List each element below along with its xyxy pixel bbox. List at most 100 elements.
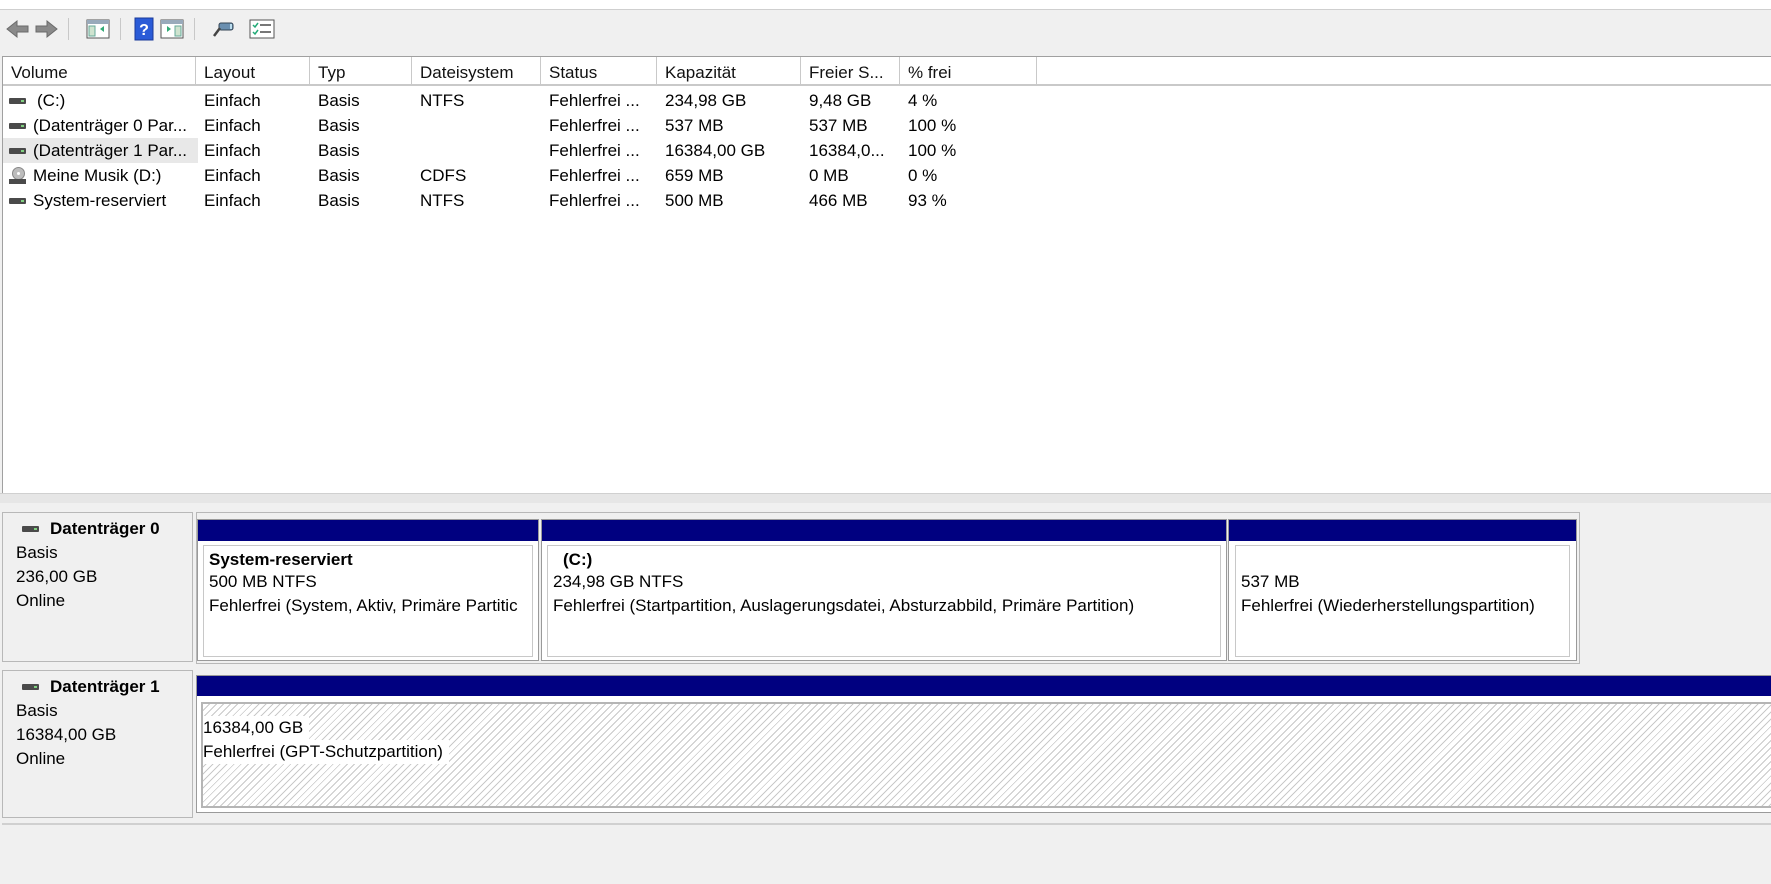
svg-text:?: ? <box>139 22 149 39</box>
partition-status: Fehlerfrei (System, Aktiv, Primäre Parti… <box>209 596 518 615</box>
partition-details: 537 MB Fehlerfrei (Wiederherstellungspar… <box>1235 545 1570 657</box>
layout-cell: Einfach <box>204 191 261 210</box>
column-header-capacity[interactable]: Kapazität <box>657 57 801 84</box>
free-space-cell: 9,48 GB <box>809 91 872 110</box>
percent-free-cell: 100 % <box>908 116 957 135</box>
volume-list-header: Volume Layout Typ Dateisystem Status Kap… <box>3 57 1771 86</box>
table-row[interactable]: Meine Musik (D:) Einfach Basis CDFS Fehl… <box>3 163 1771 188</box>
volume-name: (Datenträger 1 Par... <box>33 141 188 160</box>
partition-size-fs: 537 MB <box>1241 572 1300 591</box>
column-header-free-space[interactable]: Freier S... <box>801 57 900 84</box>
show-hide-action-pane-icon[interactable] <box>158 16 186 42</box>
type-cell: Basis <box>318 91 360 110</box>
table-row[interactable]: (C:) Einfach Basis NTFS Fehlerfrei ... 2… <box>3 88 1771 113</box>
volume-name-cell: (Datenträger 1 Par... <box>3 138 198 163</box>
disk-graphical-view: Datenträger 0 Basis 236,00 GB Online Sys… <box>0 503 1771 884</box>
volume-name: System-reserviert <box>33 191 167 210</box>
partition-title: (C:) <box>563 550 593 569</box>
volume-name-cell: System-reserviert <box>3 188 198 213</box>
layout-cell: Einfach <box>204 166 261 185</box>
partition-c-drive[interactable]: (C:) 234,98 GB NTFS Fehlerfrei (Startpar… <box>541 519 1227 661</box>
free-space-cell: 537 MB <box>809 116 868 135</box>
disk-type: Basis <box>16 701 58 720</box>
partition-recovery[interactable]: 537 MB Fehlerfrei (Wiederherstellungspar… <box>1228 519 1577 661</box>
capacity-cell: 16384,00 GB <box>665 141 766 160</box>
help-icon[interactable]: ? <box>130 16 158 42</box>
volume-name-cell: Meine Musik (D:) <box>3 163 198 188</box>
table-row[interactable]: (Datenträger 0 Par... Einfach Basis Fehl… <box>3 113 1771 138</box>
column-header-layout[interactable]: Layout <box>196 57 310 84</box>
capacity-cell: 537 MB <box>665 116 724 135</box>
partition-size-fs: 234,98 GB NTFS <box>553 572 684 591</box>
partition-status: Fehlerfrei (GPT-Schutzpartition) <box>203 740 449 764</box>
layout-cell: Einfach <box>204 91 261 110</box>
volume-name-cell: (C:) <box>3 88 198 113</box>
volume-name-cell: (Datenträger 0 Par... <box>3 113 198 138</box>
disk-name: Datenträger 1 <box>50 677 160 696</box>
status-cell: Fehlerfrei ... <box>549 191 640 210</box>
disk-list-bottom-divider <box>2 823 1771 825</box>
column-header-type[interactable]: Typ <box>310 57 412 84</box>
capacity-cell: 234,98 GB <box>665 91 747 110</box>
hard-drive-icon <box>9 119 27 133</box>
hard-drive-icon <box>9 144 27 158</box>
partition-status: Fehlerfrei (Wiederherstellungspartition) <box>1241 596 1535 615</box>
table-row[interactable]: System-reserviert Einfach Basis NTFS Feh… <box>3 188 1771 213</box>
table-row[interactable]: (Datenträger 1 Par... Einfach Basis Fehl… <box>3 138 1771 163</box>
partition-title: System-reserviert <box>209 550 353 569</box>
volume-name: (Datenträger 0 Par... <box>33 116 188 135</box>
partition-size-fs: 500 MB NTFS <box>209 572 317 591</box>
type-cell: Basis <box>318 116 360 135</box>
partition-gpt-protective[interactable]: 16384,00 GB Fehlerfrei (GPT-Schutzpartit… <box>196 675 1771 813</box>
cd-drive-icon <box>9 166 27 185</box>
toolbar: ? <box>0 10 1771 46</box>
free-space-cell: 16384,0... <box>809 141 885 160</box>
percent-free-cell: 0 % <box>908 166 938 185</box>
free-space-cell: 0 MB <box>809 166 849 185</box>
layout-cell: Einfach <box>204 116 261 135</box>
partition-title <box>1241 546 1569 570</box>
volume-name: (C:) <box>37 91 66 110</box>
disk-size: 16384,00 GB <box>16 725 117 744</box>
capacity-cell: 659 MB <box>665 166 724 185</box>
volume-list: Volume Layout Typ Dateisystem Status Kap… <box>2 56 1771 494</box>
percent-free-cell: 4 % <box>908 91 938 110</box>
back-arrow-icon[interactable] <box>4 16 32 42</box>
forward-arrow-icon[interactable] <box>32 16 60 42</box>
partition-system-reserved[interactable]: System-reserviert 500 MB NTFS Fehlerfrei… <box>197 519 539 661</box>
free-space-cell: 466 MB <box>809 191 868 210</box>
toolbar-separator <box>120 18 121 40</box>
type-cell: Basis <box>318 191 360 210</box>
volume-name: Meine Musik (D:) <box>33 166 162 185</box>
filesystem-cell <box>412 138 541 163</box>
partition-details: 16384,00 GB Fehlerfrei (GPT-Schutzpartit… <box>203 706 449 764</box>
connect-key-icon[interactable] <box>210 16 238 42</box>
disk-state: Online <box>16 749 66 768</box>
column-header-status[interactable]: Status <box>541 57 657 84</box>
partition-size-fs: 16384,00 GB <box>203 716 310 740</box>
type-cell: Basis <box>318 166 360 185</box>
type-cell: Basis <box>318 141 360 160</box>
show-hide-console-tree-icon[interactable] <box>84 16 112 42</box>
partition-header-bar <box>542 520 1226 541</box>
properties-list-icon[interactable] <box>248 16 276 42</box>
filesystem-cell: CDFS <box>420 166 467 185</box>
partition-header-bar <box>1229 520 1576 541</box>
column-header-filesystem[interactable]: Dateisystem <box>412 57 541 84</box>
status-cell: Fehlerfrei ... <box>549 141 640 160</box>
disk-1-label[interactable]: Datenträger 1 Basis 16384,00 GB Online <box>2 670 193 818</box>
disk-type: Basis <box>16 543 58 562</box>
partition-details: (C:) 234,98 GB NTFS Fehlerfrei (Startpar… <box>547 545 1221 657</box>
percent-free-cell: 100 % <box>908 141 957 160</box>
disk-size: 236,00 GB <box>16 567 98 586</box>
column-header-volume[interactable]: Volume <box>3 57 196 84</box>
status-cell: Fehlerfrei ... <box>549 166 640 185</box>
partition-status: Fehlerfrei (Startpartition, Auslagerungs… <box>553 596 1135 615</box>
column-header-percent-free[interactable]: % frei <box>900 57 1037 84</box>
layout-cell: Einfach <box>204 141 261 160</box>
filesystem-cell: NTFS <box>420 91 465 110</box>
hard-drive-icon <box>9 94 27 108</box>
toolbar-separator <box>68 18 69 40</box>
hard-drive-icon <box>22 522 40 536</box>
disk-0-label[interactable]: Datenträger 0 Basis 236,00 GB Online <box>2 512 193 662</box>
